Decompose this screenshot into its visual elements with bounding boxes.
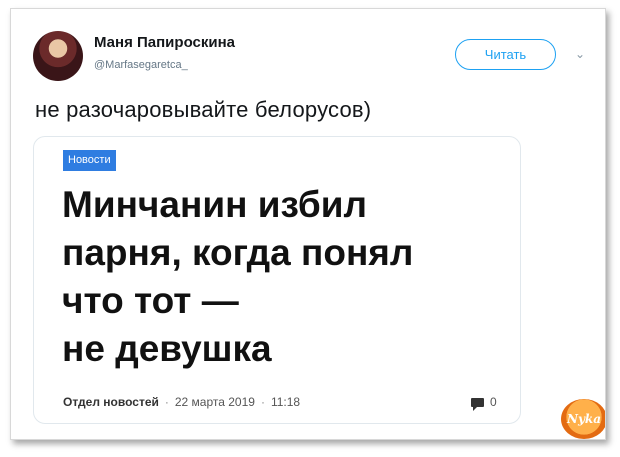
- article-meta: Отдел новостей · 22 марта 2019 · 11:18: [63, 395, 300, 409]
- headline-line: не девушка: [62, 328, 272, 369]
- category-badge[interactable]: Новости: [63, 150, 116, 171]
- chevron-down-icon[interactable]: ⌄: [575, 47, 585, 61]
- comments-count: 0: [490, 395, 497, 409]
- news-headline[interactable]: Минчанин избил парня, когда понял что то…: [62, 181, 502, 373]
- meta-separator: ·: [164, 395, 169, 409]
- headline-line: что тот —: [62, 280, 239, 321]
- news-card[interactable]: Новости Минчанин избил парня, когда поня…: [33, 136, 521, 424]
- comment-icon: [471, 397, 484, 411]
- headline-line: парня, когда понял: [62, 232, 414, 273]
- article-time: 11:18: [270, 395, 301, 409]
- comments-link[interactable]: 0: [471, 395, 497, 411]
- article-author[interactable]: Отдел новостей: [63, 395, 159, 409]
- article-date: 22 марта 2019: [174, 395, 255, 409]
- avatar[interactable]: [33, 31, 83, 81]
- author-name[interactable]: Маня Папироскина: [94, 34, 235, 51]
- meta-separator: ·: [260, 395, 265, 409]
- headline-line: Минчанин избил: [62, 184, 368, 225]
- watermark-logo: Nyka: [561, 399, 605, 439]
- follow-button[interactable]: Читать: [455, 39, 556, 70]
- tweet-screenshot: Маня Папироскина @Marfasegaretca_ Читать…: [10, 8, 606, 440]
- tweet-text: не разочаровывайте белорусов): [35, 97, 372, 122]
- author-handle[interactable]: @Marfasegaretca_: [94, 59, 188, 71]
